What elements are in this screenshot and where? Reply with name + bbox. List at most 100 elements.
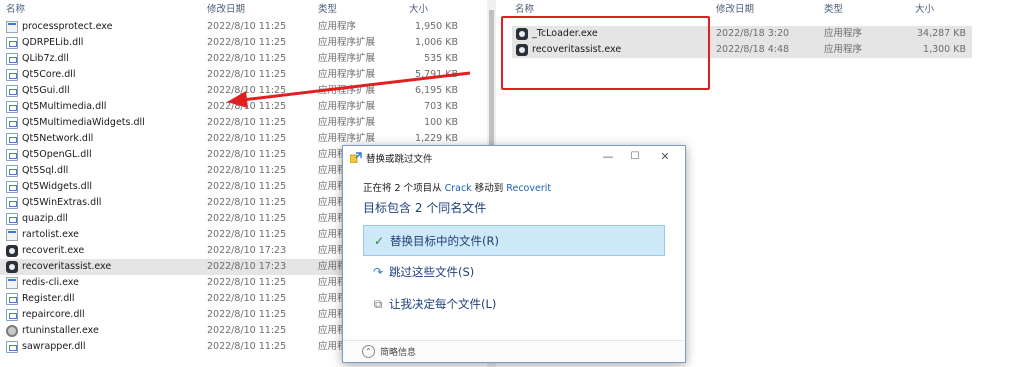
exe-icon	[6, 229, 18, 241]
close-button[interactable]: ✕	[657, 149, 673, 165]
source-folder-link[interactable]: Crack	[445, 183, 472, 194]
exe-icon	[6, 21, 18, 33]
file-row[interactable]: processprotect.exe 2022/8/10 11:25 应用程序 1,9…	[0, 19, 482, 35]
file-type: 应用程序	[824, 44, 863, 55]
file-size: 535 KB	[424, 53, 458, 64]
dll-icon	[6, 85, 18, 97]
file-date: 2022/8/10 11:25	[207, 21, 287, 32]
dll-icon	[6, 69, 18, 81]
summary-prefix: 正在将 2 个项目从	[363, 183, 442, 194]
column-header-date-label: 修改日期	[207, 4, 246, 15]
compare-icon: ⧉	[373, 297, 383, 311]
dll-icon	[6, 101, 18, 113]
maximize-button[interactable]: ☐	[627, 149, 643, 165]
file-row[interactable]: QLib7z.dll 2022/8/10 11:25 应用程序扩展 535 KB	[0, 51, 482, 67]
file-date: 2022/8/10 11:25	[207, 197, 287, 208]
replace-files-option[interactable]: ✓ 替换目标中的文件(R)	[363, 225, 665, 256]
file-date: 2022/8/10 11:25	[207, 277, 287, 288]
file-size: 703 KB	[424, 101, 458, 112]
dialog-title: 替换或跳过文件	[366, 154, 433, 165]
file-date: 2022/8/10 11:25	[207, 181, 287, 192]
decide-each-file-label: 让我决定每个文件(L)	[389, 297, 497, 311]
file-type: 应用程序扩展	[318, 53, 376, 64]
column-header-name[interactable]: 名称	[6, 0, 196, 19]
file-type: 应用程序扩展	[318, 85, 376, 96]
file-date: 2022/8/10 11:25	[207, 85, 287, 96]
file-date: 2022/8/10 11:25	[207, 309, 287, 320]
file-name: processprotect.exe	[22, 21, 113, 32]
file-name: Qt5Widgets.dll	[22, 181, 92, 192]
file-type: 应用程序扩展	[318, 117, 376, 128]
file-row[interactable]: Qt5Core.dll 2022/8/10 11:25 应用程序扩展 5,791 KB	[0, 67, 482, 83]
dll-icon	[6, 165, 18, 177]
dll-icon	[6, 341, 18, 353]
file-name: Qt5Gui.dll	[22, 85, 70, 96]
file-name: QLib7z.dll	[22, 53, 69, 64]
column-header-type[interactable]: 类型	[318, 0, 398, 19]
skip-icon: ↷	[372, 265, 384, 279]
file-size: 34,287 KB	[916, 28, 966, 39]
collapse-details-icon[interactable]: ⌃	[362, 345, 375, 358]
dll-icon	[6, 197, 18, 209]
right-column-header-date[interactable]: 修改日期	[716, 0, 816, 19]
dialog-footer: ⌃ 简略信息	[343, 340, 685, 362]
file-move-icon	[350, 152, 362, 163]
file-name: repaircore.dll	[22, 309, 85, 320]
file-row[interactable]: Qt5Multimedia.dll 2022/8/10 11:25 应用程序扩展 70…	[0, 99, 482, 115]
exe-icon	[6, 277, 18, 289]
gear-icon	[6, 325, 18, 337]
minimize-button[interactable]: —	[600, 149, 616, 165]
file-date: 2022/8/10 11:25	[207, 133, 287, 144]
file-name: Qt5Core.dll	[22, 69, 76, 80]
dll-icon	[6, 117, 18, 129]
file-name: redis-cli.exe	[22, 277, 79, 288]
file-date: 2022/8/10 11:25	[207, 213, 287, 224]
file-date: 2022/8/10 11:25	[207, 117, 287, 128]
file-name: QDRPELib.dll	[22, 37, 84, 48]
dll-icon	[6, 133, 18, 145]
file-row[interactable]: QDRPELib.dll 2022/8/10 11:25 应用程序扩展 1,006 K…	[0, 35, 482, 51]
right-column-header-size[interactable]: 大小	[915, 0, 975, 19]
file-date: 2022/8/18 4:48	[716, 44, 790, 55]
file-date: 2022/8/10 11:25	[207, 229, 287, 240]
skip-files-option[interactable]: ↷ 跳过这些文件(S)	[363, 257, 665, 288]
dll-icon	[6, 181, 18, 193]
file-name: Qt5Multimedia.dll	[22, 101, 107, 112]
right-column-header-type[interactable]: 类型	[824, 0, 904, 19]
file-type: 应用程序扩展	[318, 101, 376, 112]
right-column-header-name-label: 名称	[515, 4, 535, 15]
right-column-header-date-label: 修改日期	[716, 4, 755, 15]
left-scrollbar-thumb[interactable]	[489, 10, 494, 146]
file-date: 2022/8/10 11:25	[207, 101, 287, 112]
file-date: 2022/8/10 17:23	[207, 261, 287, 272]
dll-icon	[6, 37, 18, 49]
file-name: rtuninstaller.exe	[22, 325, 99, 336]
file-name: recoverit.exe	[22, 245, 85, 256]
dialog-title-bar[interactable]: 替换或跳过文件 — ☐ ✕	[343, 146, 685, 170]
column-header-date[interactable]: 修改日期	[207, 0, 307, 19]
dialog-heading: 目标包含 2 个同名文件	[363, 201, 487, 215]
file-name: Qt5Sql.dll	[22, 165, 69, 176]
fewer-details-link[interactable]: 简略信息	[380, 345, 416, 358]
right-column-header-type-label: 类型	[824, 4, 844, 15]
file-row[interactable]: Qt5Gui.dll 2022/8/10 11:25 应用程序扩展 6,195 KB	[0, 83, 482, 99]
file-date: 2022/8/10 11:25	[207, 325, 287, 336]
file-size: 1,300 KB	[923, 44, 966, 55]
file-row[interactable]: Qt5MultimediaWidgets.dll 2022/8/10 11:25 应…	[0, 115, 482, 131]
right-column-header-size-label: 大小	[915, 4, 935, 15]
file-name: quazip.dll	[22, 213, 68, 224]
decide-each-file-option[interactable]: ⧉ 让我决定每个文件(L)	[363, 289, 665, 320]
column-header-size[interactable]: 大小	[409, 0, 469, 19]
annotation-red-box	[501, 16, 710, 90]
destination-folder-link[interactable]: Recoverit	[506, 183, 551, 194]
file-name: sawrapper.dll	[22, 341, 86, 352]
file-type: 应用程序扩展	[318, 69, 376, 80]
replace-files-label: 替换目标中的文件(R)	[390, 234, 499, 248]
file-name: Qt5WinExtras.dll	[22, 197, 102, 208]
dll-icon	[6, 149, 18, 161]
file-name: Qt5OpenGL.dll	[22, 149, 92, 160]
dll-icon	[6, 213, 18, 225]
check-icon: ✓	[373, 234, 385, 248]
dll-icon	[6, 293, 18, 305]
file-date: 2022/8/10 11:25	[207, 69, 287, 80]
